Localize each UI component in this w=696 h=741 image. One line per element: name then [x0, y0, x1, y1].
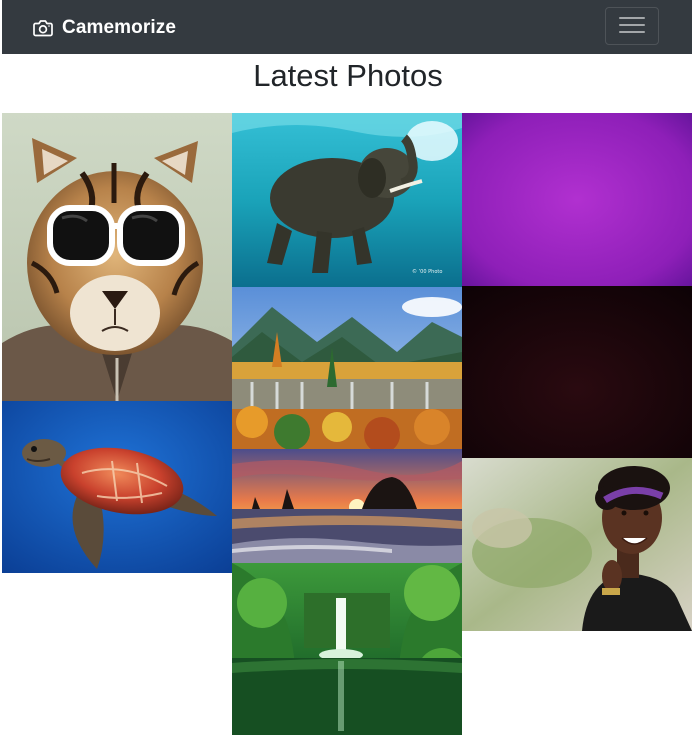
camera-icon: [33, 19, 53, 37]
photo-purple-gradient[interactable]: [462, 113, 692, 286]
photo-forest-waterfall[interactable]: [232, 563, 462, 735]
photo-sea-turtle[interactable]: [2, 401, 232, 573]
hamburger-menu-icon: [619, 15, 645, 38]
photo-tiger[interactable]: [2, 113, 232, 401]
navbar: Camemorize: [2, 0, 692, 54]
photo-dark-gradient[interactable]: [462, 286, 692, 458]
app-frame: Camemorize Latest Photos © ’00 Photo: [0, 0, 696, 741]
photo-swimming-elephant[interactable]: © ’00 Photo: [232, 113, 462, 287]
brand-name: Camemorize: [62, 17, 176, 38]
photo-smiling-woman[interactable]: [462, 458, 692, 631]
brand-link[interactable]: Camemorize: [33, 15, 176, 41]
page-title: Latest Photos: [253, 58, 443, 93]
photo-beach-sunset[interactable]: [232, 449, 462, 563]
photo-autumn-valley[interactable]: [232, 287, 462, 449]
navbar-toggler-button[interactable]: [605, 7, 659, 45]
svg-text:© ’00 Photo: © ’00 Photo: [412, 268, 442, 275]
